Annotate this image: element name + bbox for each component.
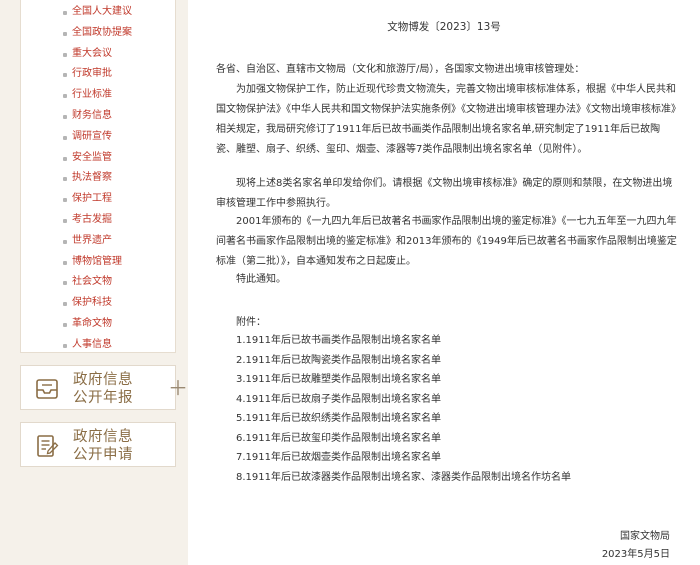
signature-organization: 国家文物局 <box>620 531 670 542</box>
sidebar-item-cppcc-proposals[interactable]: 全国政协提案 <box>21 23 175 44</box>
attachment-item: 4.1911年后已故扇子类作品限制出境名家名单 <box>236 393 441 405</box>
sidebar-item-label: 安全监管 <box>72 151 112 163</box>
bullet-icon <box>63 31 67 36</box>
sidebar-item-revolutionary-relics[interactable]: 革命文物 <box>21 314 175 335</box>
sidebar-item-label: 全国人大建议 <box>72 6 132 17</box>
attachment-item: 6.1911年后已故玺印类作品限制出境名家名单 <box>236 432 441 444</box>
sidebar-item-label: 博物馆管理 <box>72 255 122 267</box>
document-paragraph: 现将上述8类名家名单印发给你们。请根据《文物出境审核标准》确定的原则和禁限，在文… <box>216 178 673 209</box>
attachment-item: 5.1911年后已故织绣类作品限制出境名家名单 <box>236 413 441 424</box>
sidebar-item-museum-management[interactable]: 博物馆管理 <box>21 252 175 273</box>
info-request-card[interactable]: 政府信息 公开申请 <box>20 422 176 467</box>
bullet-icon <box>63 177 67 182</box>
info-request-label: 政府信息 公开申请 <box>73 428 153 464</box>
sidebar-item-label: 全国政协提案 <box>72 26 132 38</box>
attachment-item: 2.1911年后已故陶瓷类作品限制出境名家名单 <box>236 354 441 366</box>
sidebar-item-financial-info[interactable]: 财务信息 <box>21 106 175 127</box>
report-inbox-icon <box>36 379 58 399</box>
sidebar-nav: 全国人大建议 全国政协提案 重大会议 行政审批 行业标准 财务信息 调研宣传 安… <box>20 0 176 353</box>
sidebar-item-label: 财务信息 <box>72 109 112 121</box>
bullet-icon <box>63 198 67 203</box>
document-panel: 文物博发〔2023〕13号 各省、自治区、直辖市文物局（文化和旅游厅/局），各国… <box>188 0 700 565</box>
document-paragraph: 2001年颁布的《一九四九年后已故著名书画家作品限制出境的鉴定标准》《一七九五年… <box>216 216 677 267</box>
signature-date: 2023年5月5日 <box>601 549 670 560</box>
bullet-icon <box>63 322 67 327</box>
bullet-icon <box>63 343 67 348</box>
sidebar-item-label: 人事信息 <box>72 338 112 350</box>
sidebar-item-law-enforcement[interactable]: 执法督察 <box>21 168 175 189</box>
sidebar-item-major-meetings[interactable]: 重大会议 <box>21 44 175 65</box>
sidebar-item-label: 世界遗产 <box>72 234 112 246</box>
bullet-icon <box>63 281 67 286</box>
card-title-line2: 公开申请 <box>73 447 133 463</box>
annual-report-label: 政府信息 公开年报 <box>73 371 153 407</box>
sidebar-item-label: 调研宣传 <box>72 130 112 142</box>
document-paragraph: 特此通知。 <box>236 274 286 285</box>
sidebar-item-research-publicity[interactable]: 调研宣传 <box>21 127 175 148</box>
bullet-icon <box>63 114 67 119</box>
sidebar-item-personnel-info[interactable]: 人事信息 <box>21 335 175 356</box>
bullet-icon <box>63 73 67 78</box>
sidebar-item-social-relics[interactable]: 社会文物 <box>21 272 175 293</box>
sidebar-item-industry-standards[interactable]: 行业标准 <box>21 85 175 106</box>
attachments-list: 1.1911年后已故书画类作品限制出境名家名单 2.1911年后已故陶瓷类作品限… <box>236 331 571 487</box>
attachments-label: 附件： <box>236 317 266 328</box>
bullet-icon <box>63 156 67 161</box>
attachment-item: 8.1911年后已故漆器类作品限制出境名家、漆器类作品限制出境名作坊名单 <box>236 471 571 483</box>
attachment-item: 7.1911年后已故烟壶类作品限制出境名家名单 <box>236 452 441 463</box>
sidebar-item-label: 保护工程 <box>72 193 112 205</box>
sidebar-item-label: 行政审批 <box>72 68 112 80</box>
bullet-icon <box>63 302 67 307</box>
sidebar-item-label: 考古发掘 <box>72 213 112 225</box>
bullet-icon <box>63 135 67 140</box>
document-addressee: 各省、自治区、直辖市文物局（文化和旅游厅/局），各国家文物进出境审核管理处： <box>216 64 585 75</box>
annual-report-card[interactable]: 政府信息 公开年报 ＋ <box>20 365 188 410</box>
card-title-line1: 政府信息 <box>73 429 133 445</box>
sidebar-item-label: 社会文物 <box>72 276 112 288</box>
document-paragraph: 为加强文物保护工作，防止近现代珍贵文物流失，完善文物出境审核标准体系，根据《中华… <box>216 84 676 155</box>
bullet-icon <box>63 52 67 57</box>
bullet-icon <box>63 94 67 99</box>
bullet-icon <box>63 260 67 265</box>
attachment-item: 3.1911年后已故雕塑类作品限制出境名家名单 <box>236 374 441 385</box>
sidebar-item-label: 革命文物 <box>72 317 112 329</box>
sidebar-item-safety-supervision[interactable]: 安全监管 <box>21 148 175 169</box>
card-title-line1: 政府信息 <box>73 372 133 388</box>
card-title-line2: 公开年报 <box>73 390 133 406</box>
sidebar-item-label: 保护科技 <box>72 297 112 309</box>
attachment-item: 1.1911年后已故书画类作品限制出境名家名单 <box>236 335 441 346</box>
bullet-icon <box>63 11 67 15</box>
sidebar-item-world-heritage[interactable]: 世界遗产 <box>21 231 175 252</box>
sidebar-item-admin-approval[interactable]: 行政审批 <box>21 64 175 85</box>
sidebar-item-label: 行业标准 <box>72 89 112 101</box>
sidebar-item-label: 执法督察 <box>72 172 112 184</box>
document-number: 文物博发〔2023〕13号 <box>387 21 501 33</box>
sidebar-nav-list: 全国人大建议 全国政协提案 重大会议 行政审批 行业标准 财务信息 调研宣传 安… <box>21 2 175 356</box>
bullet-icon <box>63 239 67 244</box>
sidebar-item-protection-projects[interactable]: 保护工程 <box>21 189 175 210</box>
sidebar-item-excavation[interactable]: 考古发掘 <box>21 210 175 231</box>
plus-icon[interactable]: ＋ <box>168 378 188 398</box>
application-form-icon <box>37 435 59 457</box>
sidebar-item-npc-suggestions[interactable]: 全国人大建议 <box>21 2 175 23</box>
sidebar-item-label: 重大会议 <box>72 47 112 59</box>
sidebar-item-protection-tech[interactable]: 保护科技 <box>21 293 175 314</box>
bullet-icon <box>63 218 67 223</box>
